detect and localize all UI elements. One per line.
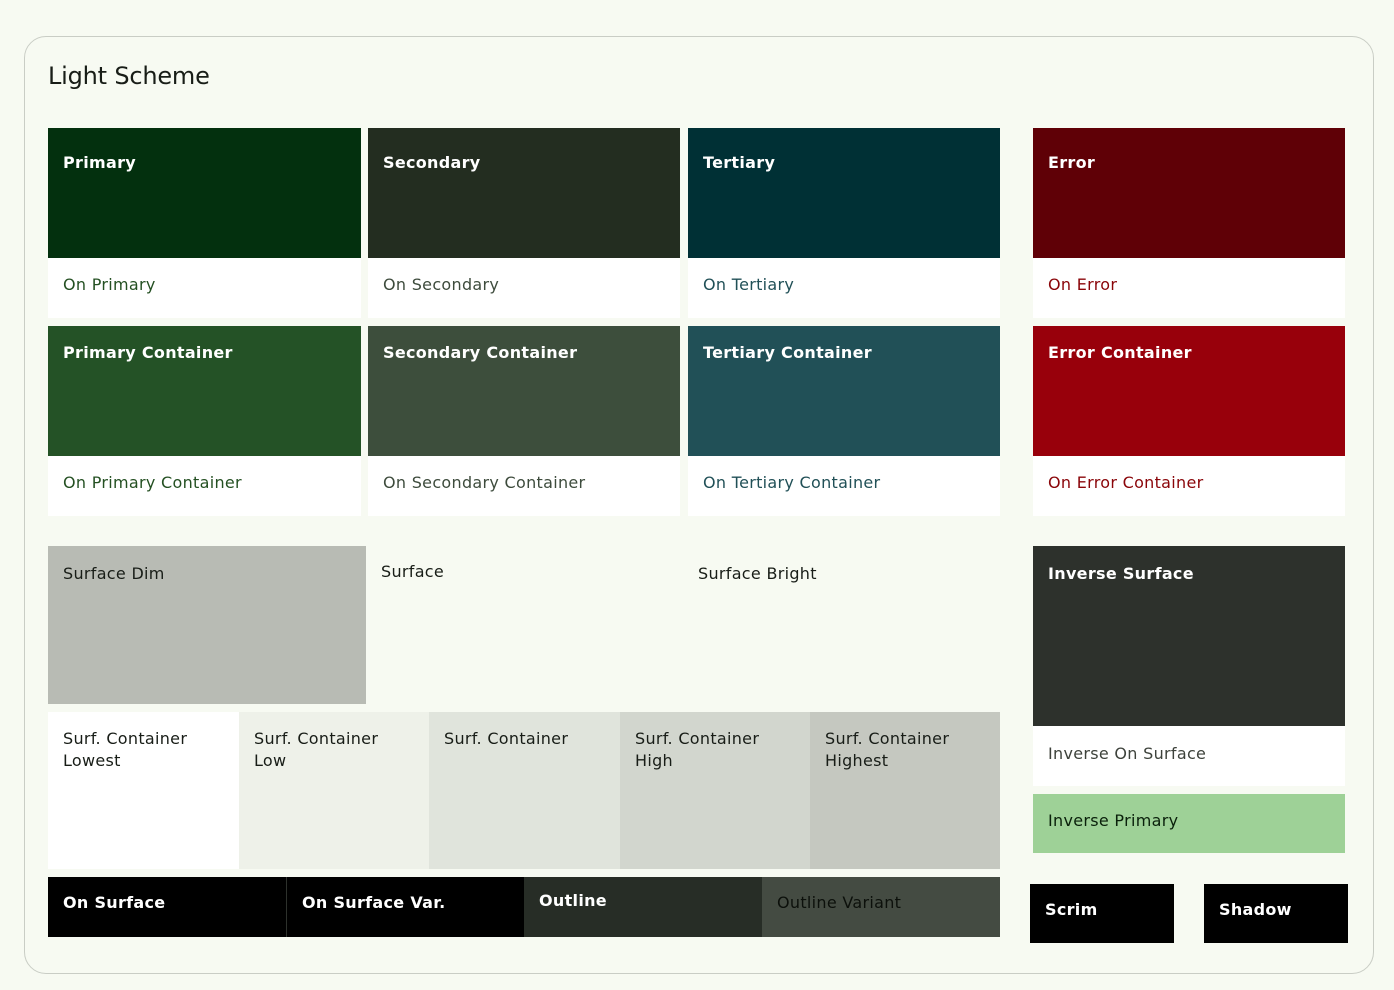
- swatch-label: On Tertiary: [703, 275, 795, 294]
- swatch-label: Surface Dim: [63, 564, 165, 583]
- swatch-label: Outline: [539, 891, 607, 910]
- swatch-surf-container[interactable]: Surf. Container: [429, 712, 620, 869]
- swatch-on-error-container[interactable]: On Error Container: [1033, 456, 1345, 516]
- swatch-label: Primary: [63, 153, 136, 172]
- swatch-error[interactable]: Error: [1033, 128, 1345, 258]
- swatch-label: Surface Bright: [698, 564, 817, 583]
- swatch-label: Surface: [381, 562, 445, 581]
- swatch-label: On Secondary Container: [383, 473, 586, 492]
- swatch-surf-container-low[interactable]: Surf. Container Low: [239, 712, 429, 869]
- swatch-on-surface-var[interactable]: On Surface Var.: [286, 877, 524, 937]
- swatch-label: Shadow: [1219, 900, 1292, 919]
- swatch-inverse-surface[interactable]: Inverse Surface: [1033, 546, 1345, 726]
- swatch-on-secondary[interactable]: On Secondary: [368, 258, 680, 318]
- swatch-on-error[interactable]: On Error: [1033, 258, 1345, 318]
- swatch-primary-container[interactable]: Primary Container: [48, 326, 361, 456]
- swatch-label: Secondary: [383, 153, 481, 172]
- page-title: Light Scheme: [48, 62, 210, 90]
- swatch-tertiary-container[interactable]: Tertiary Container: [688, 326, 1000, 456]
- swatch-label: On Primary Container: [63, 473, 242, 492]
- swatch-surface-bright[interactable]: Surface Bright: [683, 546, 1000, 704]
- swatch-label: Surf. Container Low: [254, 729, 379, 770]
- swatch-label: Tertiary: [703, 153, 776, 172]
- swatch-secondary-container[interactable]: Secondary Container: [368, 326, 680, 456]
- swatch-inverse-primary[interactable]: Inverse Primary: [1033, 794, 1345, 853]
- swatch-label: On Tertiary Container: [703, 473, 881, 492]
- swatch-label: Surf. Container Lowest: [63, 729, 188, 770]
- swatch-tertiary[interactable]: Tertiary: [688, 128, 1000, 258]
- swatch-label: On Primary: [63, 275, 156, 294]
- swatch-label: Surf. Container: [444, 729, 569, 748]
- swatch-label: Secondary Container: [383, 343, 578, 362]
- swatch-primary[interactable]: Primary: [48, 128, 361, 258]
- swatch-label: Primary Container: [63, 343, 233, 362]
- swatch-error-container[interactable]: Error Container: [1033, 326, 1345, 456]
- swatch-label: Outline Variant: [777, 893, 902, 912]
- swatch-label: Inverse Primary: [1048, 811, 1179, 830]
- swatch-label: Scrim: [1045, 900, 1098, 919]
- swatch-on-tertiary[interactable]: On Tertiary: [688, 258, 1000, 318]
- swatch-scrim[interactable]: Scrim: [1030, 884, 1174, 943]
- swatch-surface-dim[interactable]: Surface Dim: [48, 546, 366, 704]
- swatch-outline[interactable]: Outline: [524, 877, 762, 937]
- swatch-inverse-on-surface[interactable]: Inverse On Surface: [1033, 726, 1345, 786]
- swatch-label: Error Container: [1048, 343, 1192, 362]
- swatch-label: Tertiary Container: [703, 343, 872, 362]
- swatch-label: Surf. Container Highest: [825, 729, 950, 770]
- swatch-on-secondary-container[interactable]: On Secondary Container: [368, 456, 680, 516]
- swatch-label: On Secondary: [383, 275, 500, 294]
- swatch-surf-container-highest[interactable]: Surf. Container Highest: [810, 712, 1000, 869]
- swatch-surf-container-high[interactable]: Surf. Container High: [620, 712, 810, 869]
- swatch-outline-variant[interactable]: Outline Variant: [762, 877, 1000, 937]
- swatch-label: On Error: [1048, 275, 1118, 294]
- swatch-label: On Surface Var.: [302, 893, 446, 912]
- swatch-on-primary[interactable]: On Primary: [48, 258, 361, 318]
- swatch-label: Surf. Container High: [635, 729, 760, 770]
- swatch-on-surface[interactable]: On Surface: [48, 877, 286, 937]
- swatch-label: Error: [1048, 153, 1096, 172]
- swatch-label: On Error Container: [1048, 473, 1204, 492]
- swatch-on-tertiary-container[interactable]: On Tertiary Container: [688, 456, 1000, 516]
- swatch-shadow[interactable]: Shadow: [1204, 884, 1348, 943]
- swatch-on-primary-container[interactable]: On Primary Container: [48, 456, 361, 516]
- swatch-label: Inverse Surface: [1048, 564, 1194, 583]
- swatch-label: On Surface: [63, 893, 166, 912]
- swatch-surface[interactable]: Surface: [366, 546, 683, 704]
- swatch-secondary[interactable]: Secondary: [368, 128, 680, 258]
- swatch-label: Inverse On Surface: [1048, 744, 1207, 763]
- swatch-surf-container-lowest[interactable]: Surf. Container Lowest: [48, 712, 239, 869]
